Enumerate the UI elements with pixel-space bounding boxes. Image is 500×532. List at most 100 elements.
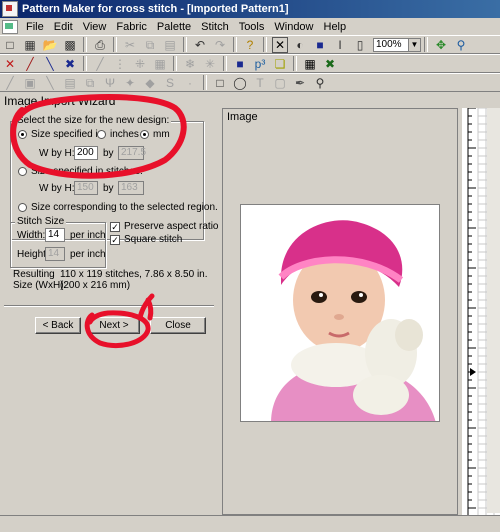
width-stitches-field[interactable]: 150 bbox=[74, 181, 98, 195]
cross-stitch-icon[interactable]: ✕ bbox=[2, 56, 18, 72]
wizard-title: Image Import Wizard bbox=[4, 94, 116, 108]
window-title: Pattern Maker for cross stitch - [Import… bbox=[22, 3, 289, 15]
inches-radio[interactable] bbox=[97, 130, 106, 139]
separator bbox=[233, 37, 237, 52]
help-icon[interactable]: ? bbox=[242, 37, 258, 53]
cut-icon[interactable]: ✂ bbox=[122, 37, 138, 53]
separator bbox=[263, 37, 267, 52]
height-label: Height: bbox=[17, 249, 49, 260]
separator bbox=[173, 56, 177, 71]
bead-icon[interactable]: ⁜ bbox=[132, 56, 148, 72]
close-button[interactable]: Close bbox=[150, 317, 206, 334]
half-cross-icon[interactable]: ╱ bbox=[22, 56, 38, 72]
document-icon[interactable] bbox=[2, 19, 18, 34]
backstitch-icon[interactable]: ╱ bbox=[92, 56, 108, 72]
menu-palette[interactable]: Palette bbox=[152, 21, 196, 33]
vertical-scrollbar[interactable] bbox=[487, 108, 500, 513]
zoom-fit-icon[interactable]: ✥ bbox=[433, 37, 449, 53]
open-icon[interactable]: 📂 bbox=[42, 37, 58, 53]
square-stitch-label: Square stitch bbox=[124, 234, 183, 245]
text-tool-icon[interactable]: T bbox=[252, 75, 268, 91]
diagonal-icon[interactable]: ╱ bbox=[2, 75, 18, 91]
text-cursor-icon[interactable]: I bbox=[332, 37, 348, 53]
menu-window[interactable]: Window bbox=[269, 21, 318, 33]
menu-fabric[interactable]: Fabric bbox=[111, 21, 152, 33]
separator bbox=[183, 37, 187, 52]
eyedropper-icon[interactable]: ✒ bbox=[292, 75, 308, 91]
size-in-stitches-radio[interactable] bbox=[18, 167, 27, 176]
size-specified-in-label: Size specified in: bbox=[31, 129, 107, 140]
arrow-split-icon[interactable]: ⧉ bbox=[82, 75, 98, 91]
fork-icon[interactable]: Ψ bbox=[102, 75, 118, 91]
symbol-icon[interactable]: p³ bbox=[252, 56, 268, 72]
save-icon[interactable]: ▩ bbox=[62, 37, 78, 53]
next-button[interactable]: Next > bbox=[88, 317, 140, 334]
burst-icon[interactable]: ✳ bbox=[202, 56, 218, 72]
horizontal-scrollbar[interactable] bbox=[0, 515, 500, 529]
rectangle-icon[interactable]: □ bbox=[212, 75, 228, 91]
print-icon[interactable]: ⎙ bbox=[92, 37, 108, 53]
toolbar-stitch: ✕ ╱ ╲ ✖ ╱ ⋮ ⁜ ▦ ❄ ✳ ■ p³ ❏ ▦ ✖ bbox=[0, 54, 500, 73]
redo-icon[interactable]: ↷ bbox=[212, 37, 228, 53]
separator bbox=[83, 37, 87, 52]
menu-help[interactable]: Help bbox=[319, 21, 352, 33]
w-by-h-label: W by H: bbox=[39, 148, 75, 159]
undo-icon[interactable]: ↶ bbox=[192, 37, 208, 53]
grid-icon[interactable]: ▦ bbox=[152, 56, 168, 72]
fractional-stitch-icon[interactable]: ✖ bbox=[62, 56, 78, 72]
letter-s-icon[interactable]: S bbox=[162, 75, 178, 91]
import-icon[interactable]: ▦ bbox=[22, 37, 38, 53]
mm-label: mm bbox=[153, 129, 170, 140]
fill-stitch-icon[interactable]: ■ bbox=[312, 37, 328, 53]
width-per-inch-field[interactable]: 14 bbox=[45, 228, 65, 242]
copy-icon[interactable]: ⧉ bbox=[142, 37, 158, 53]
height-stitches-field[interactable]: 163 bbox=[118, 181, 144, 195]
menu-file[interactable]: File bbox=[21, 21, 49, 33]
snowflake-icon[interactable]: ❄ bbox=[182, 56, 198, 72]
grid-lines-icon[interactable]: ▦ bbox=[302, 56, 318, 72]
palette-swatch-icon[interactable]: ■ bbox=[232, 56, 248, 72]
close-x-icon[interactable]: ✖ bbox=[322, 56, 338, 72]
zoom-select[interactable]: 100% bbox=[373, 37, 409, 52]
stitch-size-label: Stitch Size bbox=[15, 216, 67, 227]
menu-edit[interactable]: Edit bbox=[49, 21, 78, 33]
star-icon[interactable]: ✦ bbox=[122, 75, 138, 91]
diamond-icon[interactable]: ◆ bbox=[142, 75, 158, 91]
divider bbox=[4, 305, 214, 307]
zoom-tool-icon[interactable]: ⚲ bbox=[453, 37, 469, 53]
line-icon[interactable]: ╲ bbox=[42, 75, 58, 91]
menu-view[interactable]: View bbox=[78, 21, 112, 33]
chevron-down-icon[interactable]: ▼ bbox=[409, 37, 421, 52]
paste-icon[interactable]: ▤ bbox=[162, 37, 178, 53]
mm-radio[interactable] bbox=[140, 130, 149, 139]
width-mm-field[interactable]: 200 bbox=[74, 146, 98, 160]
page-icon[interactable]: ▯ bbox=[352, 37, 368, 53]
menu-bar: File Edit View Fabric Palette Stitch Too… bbox=[0, 18, 500, 35]
size-specified-in-radio[interactable] bbox=[18, 130, 27, 139]
circle-icon[interactable]: ◯ bbox=[232, 75, 248, 91]
dash-icon[interactable]: · bbox=[182, 75, 198, 91]
knot-icon[interactable]: ⋮ bbox=[112, 56, 128, 72]
menu-tools[interactable]: Tools bbox=[234, 21, 270, 33]
full-stitch-icon[interactable]: ✕ bbox=[272, 36, 288, 53]
selected-region-radio[interactable] bbox=[18, 203, 27, 212]
height-per-inch-field[interactable]: 14 bbox=[45, 247, 65, 261]
back-button[interactable]: < Back bbox=[35, 317, 81, 334]
menu-stitch[interactable]: Stitch bbox=[196, 21, 234, 33]
new-icon[interactable]: □ bbox=[2, 37, 18, 53]
resulting-label: Resulting bbox=[13, 269, 55, 280]
size-in-stitches-label: Size specified in stitches: bbox=[31, 166, 143, 177]
picture-icon[interactable]: ▢ bbox=[272, 75, 288, 91]
separator bbox=[424, 37, 428, 52]
square-stitch-checkbox[interactable]: ✓ bbox=[110, 235, 120, 245]
preserve-aspect-checkbox[interactable]: ✓ bbox=[110, 222, 120, 232]
quarter-stitch-icon[interactable]: ╲ bbox=[42, 56, 58, 72]
resulting-mm-value: (200 x 216 mm) bbox=[60, 280, 131, 291]
height-mm-field[interactable]: 217.5 bbox=[118, 146, 146, 160]
box-diag-icon[interactable]: ▤ bbox=[62, 75, 78, 91]
grid-diag-icon[interactable]: ▣ bbox=[22, 75, 38, 91]
half-stitch-icon[interactable]: ◐ bbox=[292, 37, 308, 53]
imported-photo bbox=[240, 204, 440, 422]
wizard-icon[interactable]: ❏ bbox=[272, 56, 288, 72]
magnifier-icon[interactable]: ⚲ bbox=[312, 75, 328, 91]
